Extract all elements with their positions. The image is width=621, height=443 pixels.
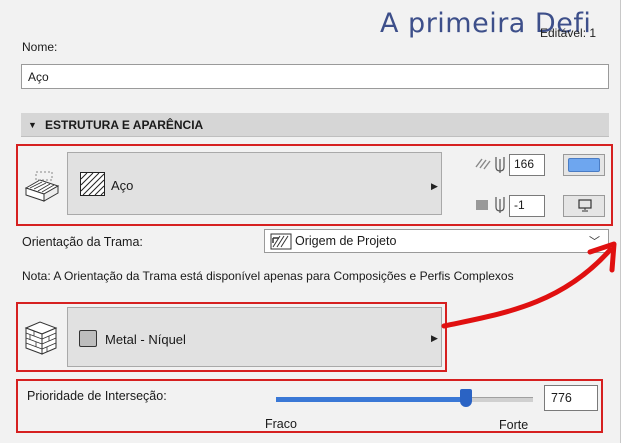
building-element-icon	[22, 170, 62, 204]
name-label: Nome:	[22, 40, 58, 54]
priority-slider-thumb[interactable]	[460, 389, 472, 407]
hatch-fill-icon	[80, 172, 105, 196]
editable-count-label: Editável: 1	[540, 26, 597, 40]
project-origin-icon	[270, 233, 292, 253]
collapse-triangle-icon: ▼	[28, 120, 37, 130]
pen-color-swatch	[568, 158, 600, 172]
section-header-structure-appearance[interactable]: ▼ ESTRUTURA E APARÊNCIA	[21, 113, 609, 137]
annotation-arrow	[440, 236, 621, 336]
priority-slider-fill	[276, 397, 466, 402]
slider-min-label: Fraco	[265, 417, 297, 431]
fill-name-label: Aço	[111, 178, 134, 193]
section-title: ESTRUTURA E APARÊNCIA	[45, 118, 204, 132]
arrow-right-icon: ▶	[431, 333, 438, 343]
name-input[interactable]: Aço	[21, 64, 609, 89]
arrow-right-icon: ▶	[431, 181, 438, 191]
settings-panel: A primeira Defi Editável: 1 Nome: Aço ▼ …	[0, 0, 621, 443]
material-name-label: Metal - Níquel	[105, 332, 186, 347]
hatch-pen-color-button[interactable]	[563, 154, 605, 176]
pen-hatch-icon	[474, 155, 508, 175]
slider-max-label: Forte	[499, 418, 529, 432]
hatch-orientation-label: Orientação da Trama:	[22, 235, 143, 249]
priority-value-input[interactable]: 776	[544, 385, 598, 411]
pen-background-icon	[474, 195, 508, 215]
hatch-pen-input[interactable]: 166	[509, 154, 545, 176]
intersection-priority-label: Prioridade de Interseção:	[27, 389, 167, 403]
display-toggle-button[interactable]	[563, 195, 605, 217]
display-icon	[578, 198, 592, 215]
material-swatch	[79, 330, 97, 347]
brick-wall-icon	[22, 318, 60, 358]
background-pen-input[interactable]: -1	[509, 195, 545, 217]
orientation-selected-value: Origem de Projeto	[295, 234, 397, 248]
